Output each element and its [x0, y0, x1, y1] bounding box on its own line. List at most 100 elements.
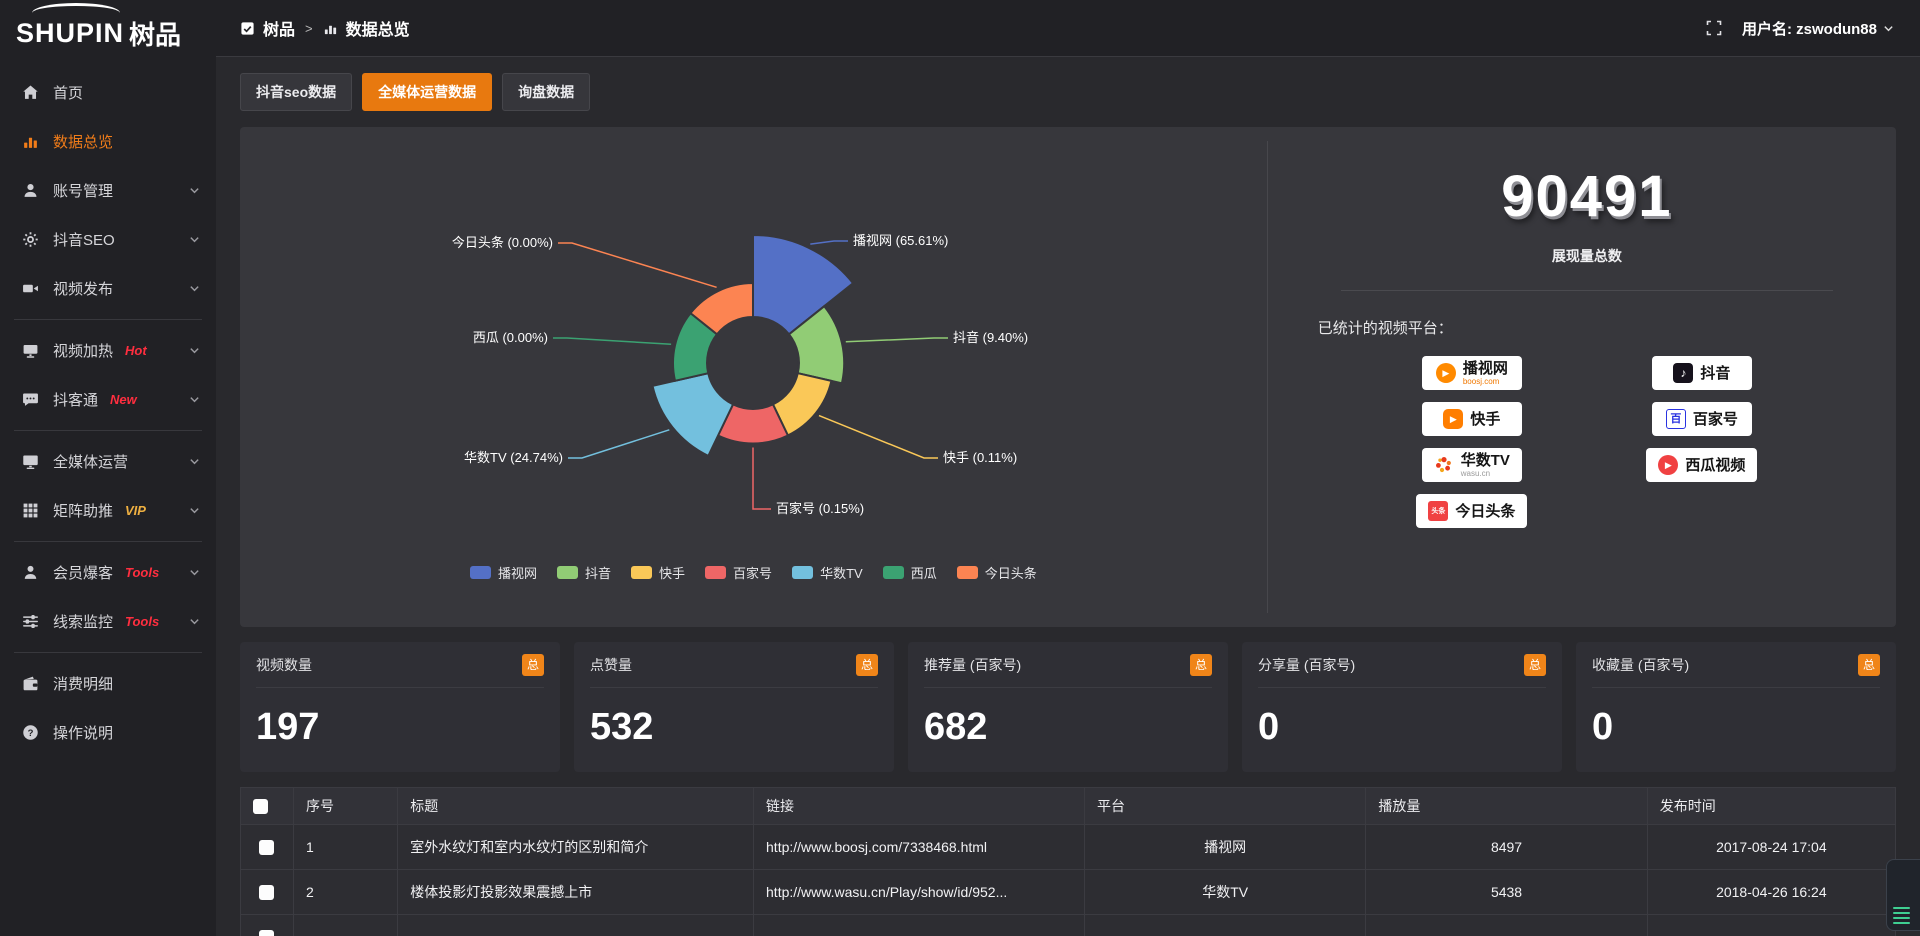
platform-name: 西瓜视频	[1685, 458, 1745, 473]
stat-card-value: 0	[1258, 688, 1546, 749]
legend-label: 播视网	[498, 563, 537, 582]
pie-label: 快手 (0.11%)	[943, 450, 1017, 465]
column-header-发布时间: 发布时间	[1647, 788, 1895, 825]
wasu-logo	[1434, 455, 1454, 475]
sidebar-item-线索监控[interactable]: 线索监控Tools	[0, 597, 216, 646]
platform-badge-百家号: 百百家号	[1652, 402, 1752, 436]
tv-icon	[22, 342, 40, 360]
sidebar-item-数据总览[interactable]: 数据总览	[0, 117, 216, 166]
grid-icon	[22, 502, 40, 520]
sidebar-item-操作说明[interactable]: ? 操作说明	[0, 708, 216, 757]
breadcrumb-root[interactable]: 树品	[263, 16, 295, 40]
sidebar-item-矩阵助推[interactable]: 矩阵助推VIP	[0, 486, 216, 535]
legend-item-今日头条[interactable]: 今日头条	[957, 563, 1037, 582]
widget-bar	[1893, 907, 1910, 909]
row-checkbox[interactable]	[259, 885, 274, 900]
legend-label: 百家号	[733, 563, 772, 582]
stat-card-title: 分享量 (百家号)	[1258, 655, 1355, 675]
wallet-icon	[22, 675, 40, 693]
platform-name: 百家号	[1693, 412, 1738, 427]
sidebar-item-账号管理[interactable]: 账号管理	[0, 166, 216, 215]
select-all-checkbox-cell	[241, 788, 294, 825]
fullscreen-icon[interactable]	[1706, 20, 1722, 36]
pie-label-line	[753, 448, 771, 510]
cell-title[interactable]: 楼体投影灯投影效果震撼上市	[398, 870, 754, 915]
sidebar-nav: 首页数据总览账号管理抖音SEO 视频发布视频加热Hot抖客通New 全媒体运营矩阵助…	[0, 60, 216, 757]
sidebar-item-抖客通[interactable]: 抖客通New	[0, 375, 216, 424]
app-logo: SHUPIN 树品	[0, 0, 216, 60]
member-icon	[22, 564, 40, 582]
user-menu[interactable]: 用户名: zswodun88	[1742, 18, 1894, 39]
sidebar-item-消费明细[interactable]: 消费明细	[0, 659, 216, 708]
column-header-标题: 标题	[398, 788, 754, 825]
question-icon: ?	[22, 724, 40, 742]
tab-全媒体运营数据[interactable]: 全媒体运营数据	[362, 73, 492, 111]
select-all-checkbox[interactable]	[253, 799, 268, 814]
row-checkbox-cell	[241, 870, 294, 915]
main-column: 树品 > 数据总览 用户名: zswodun88 抖音seo数据全媒体运营数据询…	[216, 0, 1920, 936]
legend-item-快手[interactable]: 快手	[631, 563, 685, 582]
chevron-down-icon	[189, 185, 200, 196]
kuaishou-logo: ▶	[1443, 409, 1463, 429]
legend-item-抖音[interactable]: 抖音	[557, 563, 611, 582]
row-checkbox[interactable]	[259, 840, 274, 855]
stat-card-value: 532	[590, 688, 878, 749]
stat-card-title: 视频数量	[256, 655, 312, 675]
cell-platform: 播视网	[1085, 825, 1366, 870]
breadcrumb-separator: >	[305, 21, 313, 36]
sidebar-item-全媒体运营[interactable]: 全媒体运营	[0, 437, 216, 486]
pie-label: 百家号 (0.15%)	[776, 501, 864, 516]
svg-text:?: ?	[28, 727, 34, 738]
bar-chart-icon	[323, 21, 338, 36]
overview-panel: 播视网 (65.61%)抖音 (9.40%)快手 (0.11%)百家号 (0.1…	[240, 127, 1896, 627]
stat-cards-row: 视频数量总197点赞量总532推荐量 (百家号)总682分享量 (百家号)总0收…	[240, 642, 1896, 772]
row-checkbox[interactable]	[259, 930, 274, 936]
chevron-down-icon	[189, 394, 200, 405]
sidebar-item-label: 全媒体运营	[53, 451, 128, 472]
monitor-icon	[22, 453, 40, 471]
tab-抖音seo数据[interactable]: 抖音seo数据	[240, 73, 352, 111]
legend-swatch	[957, 566, 978, 579]
legend-swatch	[705, 566, 726, 579]
sidebar-item-会员爆客[interactable]: 会员爆客Tools	[0, 548, 216, 597]
tab-询盘数据[interactable]: 询盘数据	[502, 73, 590, 111]
total-impressions-label: 展现量总数	[1308, 246, 1866, 266]
legend-item-百家号[interactable]: 百家号	[705, 563, 772, 582]
chevron-down-icon	[189, 456, 200, 467]
stat-card-收藏量 (百家号): 收藏量 (百家号)总0	[1576, 642, 1896, 772]
cell-link[interactable]: http://www.wasu.cn/Play/show/id/952...	[754, 870, 1085, 915]
username-label: 用户名: zswodun88	[1742, 18, 1877, 39]
sidebar-item-label: 抖音SEO	[53, 229, 115, 250]
stat-card-value: 197	[256, 688, 544, 749]
widget-bar	[1893, 917, 1910, 919]
chevron-down-icon	[189, 505, 200, 516]
table-row-partial	[241, 915, 1896, 936]
table-body: 1室外水纹灯和室内水纹灯的区别和简介http://www.boosj.com/7…	[241, 825, 1896, 936]
cell-title[interactable]: 室外水纹灯和室内水纹灯的区别和简介	[398, 825, 754, 870]
floating-helper-widget[interactable]	[1886, 859, 1920, 931]
sidebar-item-视频发布[interactable]: 视频发布	[0, 264, 216, 313]
pie-label-line	[558, 243, 717, 287]
total-badge: 总	[1190, 654, 1212, 676]
pie-label-line	[846, 338, 948, 342]
legend-item-西瓜[interactable]: 西瓜	[883, 563, 937, 582]
sidebar-item-视频加热[interactable]: 视频加热Hot	[0, 326, 216, 375]
pie-slice-播视网[interactable]	[753, 235, 853, 334]
summary-divider	[1341, 290, 1832, 291]
stat-card-head: 收藏量 (百家号)总	[1592, 642, 1880, 688]
legend-item-播视网[interactable]: 播视网	[470, 563, 537, 582]
toutiao-logo: 头条	[1428, 501, 1448, 521]
sidebar-item-label: 消费明细	[53, 673, 113, 694]
column-header-序号: 序号	[293, 788, 397, 825]
sidebar-item-抖音SEO[interactable]: 抖音SEO	[0, 215, 216, 264]
sidebar-item-label: 数据总览	[53, 131, 113, 152]
cell-link[interactable]: http://www.boosj.com/7338468.html	[754, 825, 1085, 870]
user-icon	[22, 182, 40, 200]
sidebar-item-首页[interactable]: 首页	[0, 68, 216, 117]
legend-swatch	[631, 566, 652, 579]
legend-item-华数TV[interactable]: 华数TV	[792, 563, 863, 582]
pie-slice-华数TV[interactable]	[653, 373, 734, 456]
summary-area: 90491 展现量总数 已统计的视频平台： ▶播视网boosj.com♪抖音▶快…	[1267, 141, 1896, 613]
legend-label: 华数TV	[820, 563, 863, 582]
sidebar-item-label: 操作说明	[53, 722, 113, 743]
